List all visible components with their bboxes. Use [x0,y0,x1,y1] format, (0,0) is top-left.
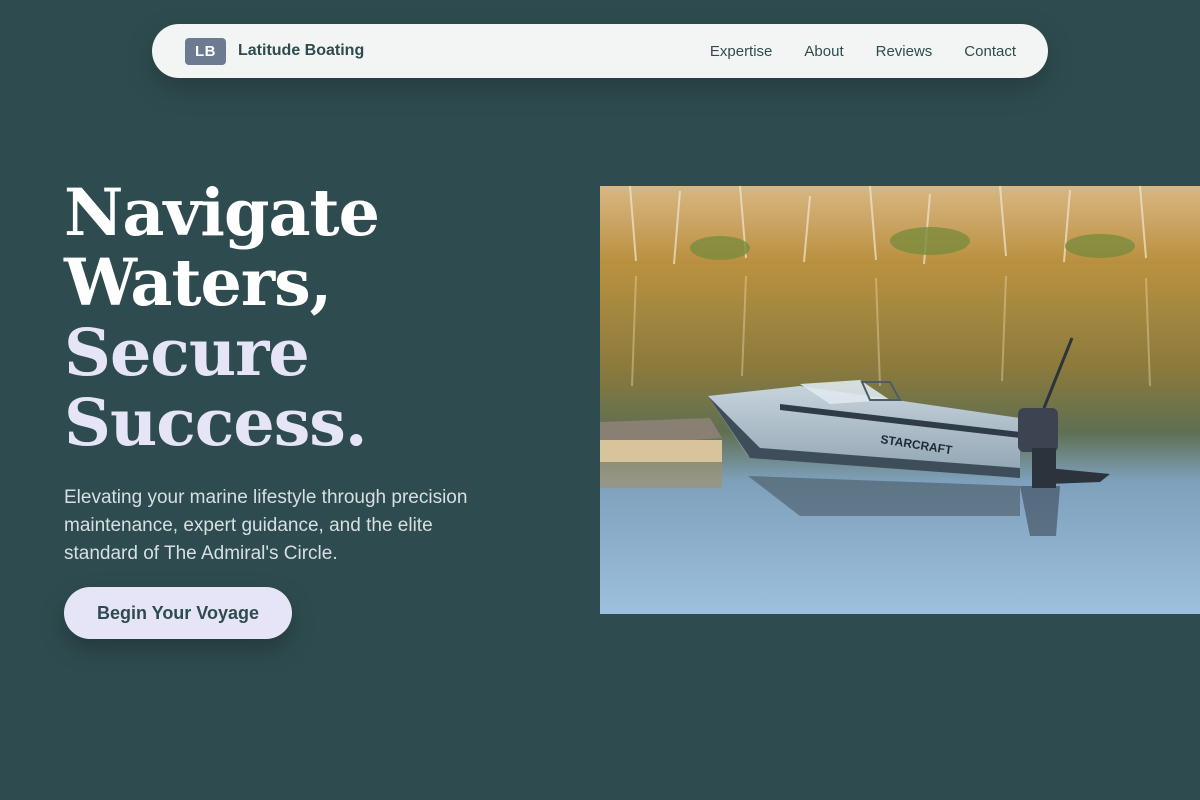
hero-title-line-2: Waters, [64,245,332,321]
nav-link-expertise[interactable]: Expertise [710,43,773,60]
nav-link-contact[interactable]: Contact [964,43,1016,60]
hero-boat-image: STARCRAFT [600,186,1200,614]
top-navbar: LB Latitude Boating Expertise About Revi… [152,24,1048,78]
nav-links: Expertise About Reviews Contact [710,43,1016,60]
hero-title-line-1: Navigate [64,175,380,251]
hero-subtitle: Elevating your marine lifestyle through … [64,487,468,564]
nav-link-reviews[interactable]: Reviews [876,43,933,60]
nav-link-about[interactable]: About [804,43,843,60]
begin-voyage-button[interactable]: Begin Your Voyage [64,587,292,639]
logo-badge[interactable]: LB [185,37,226,65]
hero-title-line-4: Success. [64,385,368,461]
hero-title: Navigate Waters, Secure Success. [64,178,544,458]
hero-title-line-3: Secure [64,315,310,391]
brand-name[interactable]: Latitude Boating [238,42,364,60]
